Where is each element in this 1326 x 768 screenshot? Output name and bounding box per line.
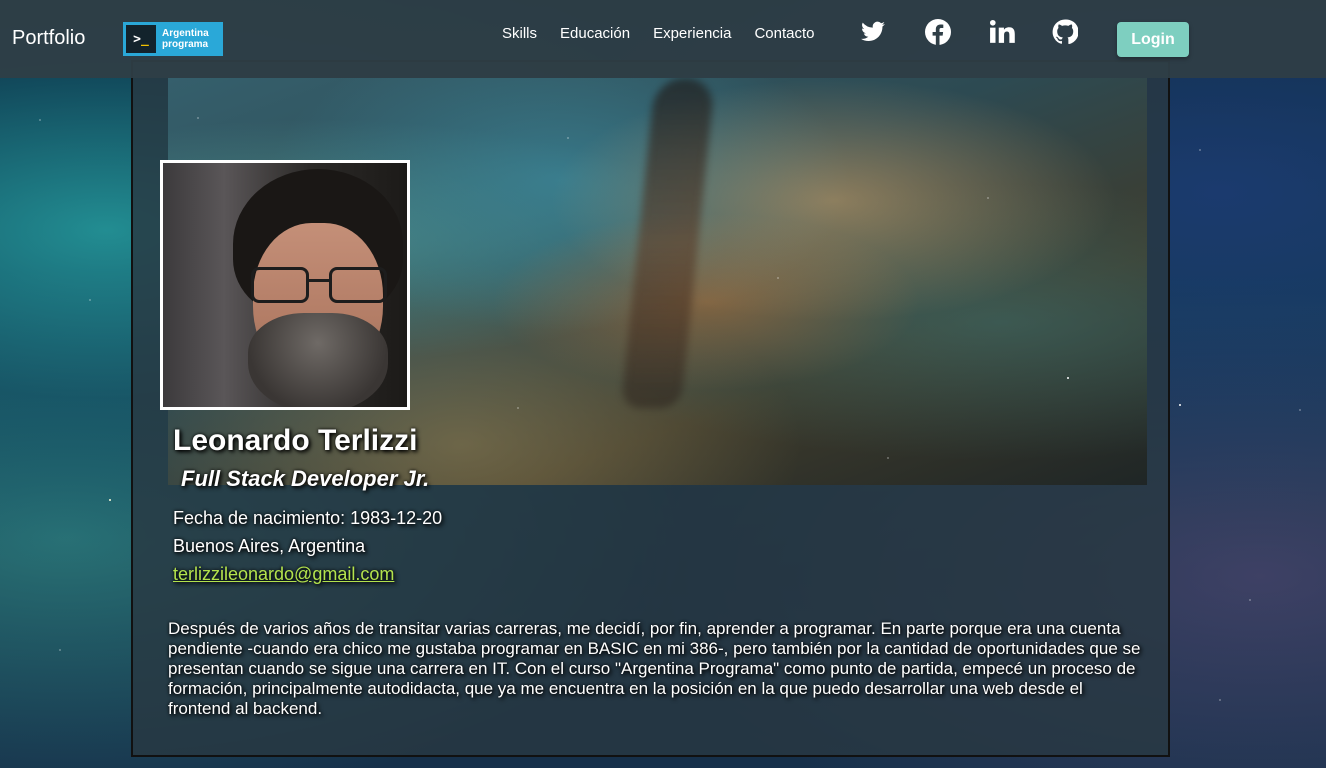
linkedin-icon[interactable] <box>989 19 1015 45</box>
terminal-icon: > _ <box>126 25 156 53</box>
glasses-shape <box>251 267 387 303</box>
logo-cursor: _ <box>141 31 149 47</box>
logo-prompt: > <box>133 31 141 47</box>
banner-nebula-pillar <box>620 78 716 408</box>
nav-link-contacto[interactable]: Contacto <box>754 25 814 42</box>
email-link[interactable]: terlizzileonardo@gmail.com <box>173 564 394 585</box>
top-navbar: Portfolio > _ Argentina programa Skills E… <box>0 0 1326 78</box>
twitter-icon[interactable] <box>860 19 886 45</box>
nav-link-educacion[interactable]: Educación <box>560 25 630 42</box>
logo-line-2: programa <box>162 39 209 50</box>
nav-links: Skills Educación Experiencia Contacto <box>502 25 838 42</box>
facebook-icon[interactable] <box>925 19 951 45</box>
profile-name: Leonardo Terlizzi <box>173 424 418 457</box>
logo-line-1: Argentina <box>162 28 209 39</box>
nav-link-skills[interactable]: Skills <box>502 25 537 42</box>
birth-date: Fecha de nacimiento: 1983-12-20 <box>173 508 443 528</box>
login-button[interactable]: Login <box>1117 22 1189 57</box>
profile-photo <box>160 160 410 410</box>
argentina-programa-logo[interactable]: > _ Argentina programa <box>123 22 223 56</box>
nav-link-experiencia[interactable]: Experiencia <box>653 25 731 42</box>
logo-wordmark: Argentina programa <box>162 28 209 50</box>
brand-title[interactable]: Portfolio <box>12 27 85 50</box>
profile-title: Full Stack Developer Jr. <box>181 466 430 491</box>
location: Buenos Aires, Argentina <box>173 536 366 556</box>
about-paragraph: Después de varios años de transitar vari… <box>168 619 1141 718</box>
github-icon[interactable] <box>1052 19 1079 45</box>
